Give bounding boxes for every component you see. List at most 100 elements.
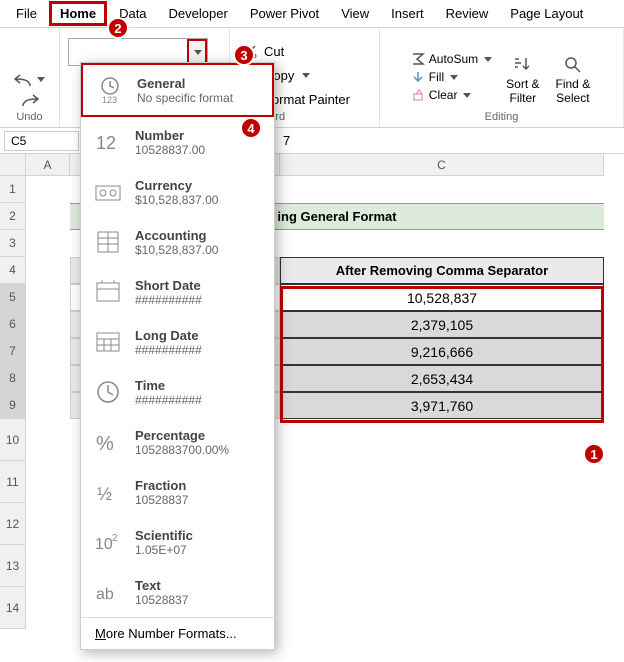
menu-view[interactable]: View — [331, 2, 379, 25]
long-date-icon — [91, 325, 125, 359]
clear-button[interactable]: Clear — [407, 87, 496, 103]
format-name: General — [137, 76, 262, 91]
find-select-button[interactable]: Find & Select — [550, 51, 597, 109]
menu-developer[interactable]: Developer — [159, 2, 238, 25]
format-name: Time — [135, 378, 264, 393]
text-icon: ab — [91, 575, 125, 609]
menu-bar: File Home Data Developer Power Pivot Vie… — [0, 0, 624, 28]
format-name: Accounting — [135, 228, 264, 243]
format-sample: 10528837 — [135, 593, 264, 607]
row-header[interactable]: 11 — [0, 461, 26, 503]
undo-button[interactable] — [8, 69, 51, 89]
menu-powerpivot[interactable]: Power Pivot — [240, 2, 329, 25]
format-sample: 1.05E+07 — [135, 543, 264, 557]
sort-filter-button[interactable]: Sort & Filter — [500, 51, 545, 109]
annotation-badge-4: 4 — [240, 117, 262, 139]
row-header[interactable]: 1 — [0, 176, 26, 203]
sort-filter-label: Sort & Filter — [506, 77, 539, 105]
svg-text:10: 10 — [95, 536, 113, 553]
accounting-icon — [91, 225, 125, 259]
row-header[interactable]: 3 — [0, 230, 26, 257]
col-header-c[interactable]: C — [280, 154, 604, 176]
format-option-fraction[interactable]: ½ Fraction10528837 — [81, 467, 274, 517]
format-option-time[interactable]: Time########## — [81, 367, 274, 417]
format-option-general[interactable]: 123 GeneralNo specific format — [81, 63, 274, 117]
fill-button[interactable]: Fill — [407, 69, 496, 85]
name-box[interactable] — [4, 131, 79, 151]
format-sample: ########## — [135, 343, 264, 357]
row-header[interactable]: 13 — [0, 545, 26, 587]
svg-text:%: % — [96, 433, 114, 455]
cut-label: Cut — [264, 44, 284, 59]
cell-c9[interactable]: 3,971,760 — [280, 392, 604, 419]
scientific-icon: 102 — [91, 525, 125, 559]
format-name: Long Date — [135, 328, 264, 343]
currency-icon — [91, 175, 125, 209]
format-name: Scientific — [135, 528, 264, 543]
editing-group-label: Editing — [485, 111, 519, 123]
menu-review[interactable]: Review — [436, 2, 499, 25]
menu-pagelayout[interactable]: Page Layout — [500, 2, 593, 25]
format-sample: 1052883700.00% — [135, 443, 264, 457]
row-header[interactable]: 12 — [0, 503, 26, 545]
select-all-corner[interactable] — [0, 154, 26, 176]
format-sample: 10528837.00 — [135, 143, 264, 157]
cell-c6[interactable]: 2,379,105 — [280, 311, 604, 338]
row-header[interactable]: 4 — [0, 257, 26, 284]
format-sample: ########## — [135, 293, 264, 307]
format-sample: $10,528,837.00 — [135, 193, 264, 207]
row-header[interactable]: 14 — [0, 587, 26, 629]
more-number-formats[interactable]: MMore Number Formats...ore Number Format… — [81, 617, 274, 649]
format-option-accounting[interactable]: Accounting$10,528,837.00 — [81, 217, 274, 267]
format-name: Percentage — [135, 428, 264, 443]
cell-c5[interactable]: 10,528,837 — [280, 284, 604, 311]
format-sample: ########## — [135, 393, 264, 407]
cell-c7[interactable]: 9,216,666 — [280, 338, 604, 365]
cut-button[interactable]: Cut — [238, 41, 354, 61]
time-icon — [91, 375, 125, 409]
annotation-badge-2: 2 — [107, 17, 129, 39]
format-sample: $10,528,837.00 — [135, 243, 264, 257]
format-option-text[interactable]: ab Text10528837 — [81, 567, 274, 617]
format-name: Fraction — [135, 478, 264, 493]
format-painter-label: Format Painter — [264, 92, 350, 107]
menu-home[interactable]: Home — [49, 1, 107, 26]
autosum-button[interactable]: AutoSum — [407, 51, 496, 67]
format-name: Currency — [135, 178, 264, 193]
general-icon: 123 — [93, 73, 127, 107]
format-option-scientific[interactable]: 102 Scientific1.05E+07 — [81, 517, 274, 567]
short-date-icon — [91, 275, 125, 309]
svg-text:2: 2 — [112, 533, 118, 544]
row-headers: 1 2 3 4 5 6 7 8 9 10 11 12 13 14 — [0, 176, 26, 629]
row-header[interactable]: 5 — [0, 284, 26, 311]
undo-group-label: Undo — [16, 111, 42, 123]
menu-file[interactable]: File — [6, 2, 47, 25]
format-option-currency[interactable]: Currency$10,528,837.00 — [81, 167, 274, 217]
row-header[interactable]: 7 — [0, 338, 26, 365]
format-option-percentage[interactable]: % Percentage1052883700.00% — [81, 417, 274, 467]
format-option-short-date[interactable]: Short Date########## — [81, 267, 274, 317]
row-header[interactable]: 2 — [0, 203, 26, 230]
cell-c8[interactable]: 2,653,434 — [280, 365, 604, 392]
clear-label: Clear — [429, 88, 458, 102]
annotation-badge-1: 1 — [583, 443, 605, 465]
col-header-a[interactable]: A — [26, 154, 70, 176]
svg-text:ab: ab — [96, 586, 114, 603]
svg-text:123: 123 — [102, 95, 117, 105]
number-format-dropdown: 123 GeneralNo specific format 12 Number1… — [80, 62, 275, 650]
row-header[interactable]: 6 — [0, 311, 26, 338]
format-option-long-date[interactable]: Long Date########## — [81, 317, 274, 367]
format-sample: No specific format — [137, 91, 262, 105]
row-header[interactable]: 9 — [0, 392, 26, 419]
menu-insert[interactable]: Insert — [381, 2, 434, 25]
format-sample: 10528837 — [135, 493, 264, 507]
format-name: Short Date — [135, 278, 264, 293]
autosum-label: AutoSum — [429, 52, 478, 66]
fill-label: Fill — [429, 70, 444, 84]
row-header[interactable]: 10 — [0, 419, 26, 461]
row-header[interactable]: 8 — [0, 365, 26, 392]
find-select-label: Find & Select — [556, 77, 591, 105]
svg-text:12: 12 — [96, 133, 116, 153]
redo-button[interactable] — [15, 89, 45, 109]
cell-c4-header[interactable]: After Removing Comma Separator — [280, 257, 604, 284]
